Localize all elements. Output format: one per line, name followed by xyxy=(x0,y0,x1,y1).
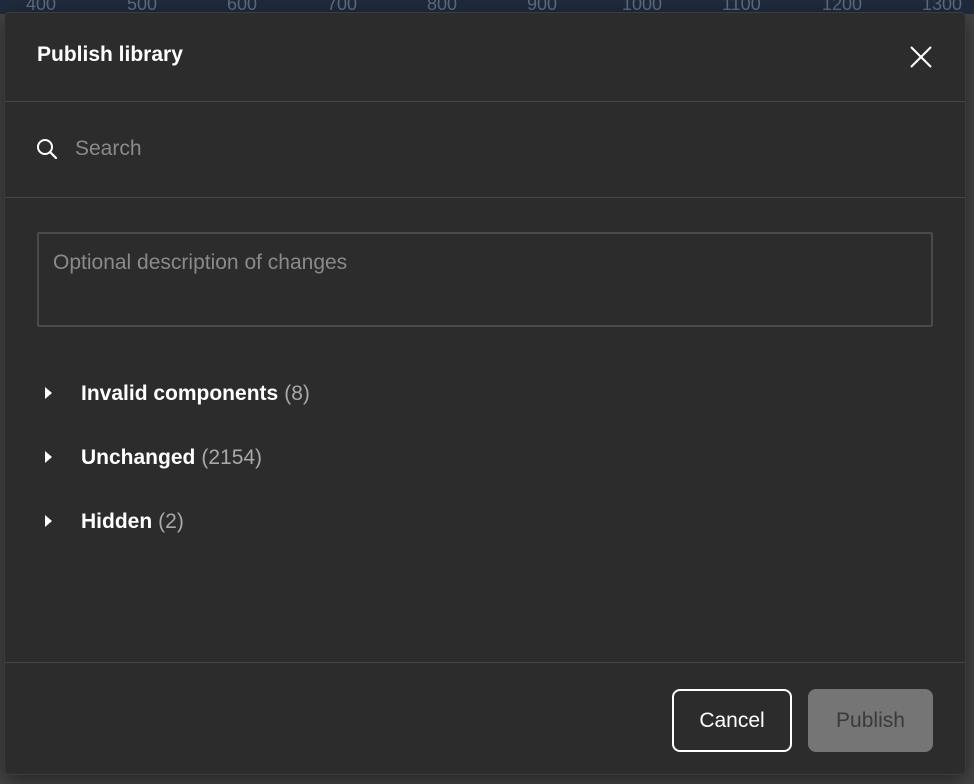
search-input[interactable] xyxy=(75,132,935,166)
ruler-tick: 1000 xyxy=(622,0,663,14)
caret-right-icon xyxy=(45,387,52,399)
dialog-footer: Cancel Publish xyxy=(5,662,965,774)
group-label: Invalid components (8) xyxy=(81,382,310,406)
group-count: (2) xyxy=(158,510,184,533)
close-icon xyxy=(910,46,932,68)
group-name: Invalid components xyxy=(81,382,279,405)
group-name: Unchanged xyxy=(81,446,196,469)
ruler-tick: 1300 xyxy=(922,0,963,14)
close-button[interactable] xyxy=(905,41,937,73)
ruler-tick: 900 xyxy=(527,0,558,14)
group-count: (8) xyxy=(284,382,310,405)
ruler-tick: 1100 xyxy=(722,0,761,14)
description-field[interactable] xyxy=(37,232,933,327)
ruler-tick: 1200 xyxy=(822,0,863,14)
ruler-tick: 500 xyxy=(127,0,158,14)
ruler-tick: 400 xyxy=(26,0,57,14)
canvas-ruler: 400 500 600 700 800 900 1000 1100 1200 1… xyxy=(0,0,974,14)
group-unchanged[interactable]: Unchanged (2154) xyxy=(37,440,637,476)
dialog-title: Publish library xyxy=(37,43,183,66)
search-icon xyxy=(37,139,58,160)
ruler-tick: 700 xyxy=(327,0,358,14)
caret-right-icon xyxy=(45,515,52,527)
ruler-tick: 600 xyxy=(227,0,258,14)
publish-library-dialog: Publish library Invalid components(8) Un… xyxy=(5,13,965,774)
group-label: Hidden (2) xyxy=(81,510,184,534)
group-hidden[interactable]: Hidden (2) xyxy=(37,504,637,540)
group-count: (2154) xyxy=(201,446,263,469)
dialog-header: Publish library xyxy=(5,13,965,102)
group-name: Hidden xyxy=(81,510,153,533)
group-invalid-components[interactable]: Invalid components (8) xyxy=(37,376,637,412)
publish-button[interactable]: Publish xyxy=(808,689,933,752)
cancel-button[interactable]: Cancel xyxy=(672,689,792,752)
group-label: Unchanged (2154) xyxy=(81,446,262,470)
search-bar xyxy=(5,102,965,198)
ruler-tick: 800 xyxy=(427,0,458,14)
caret-right-icon xyxy=(45,451,52,463)
